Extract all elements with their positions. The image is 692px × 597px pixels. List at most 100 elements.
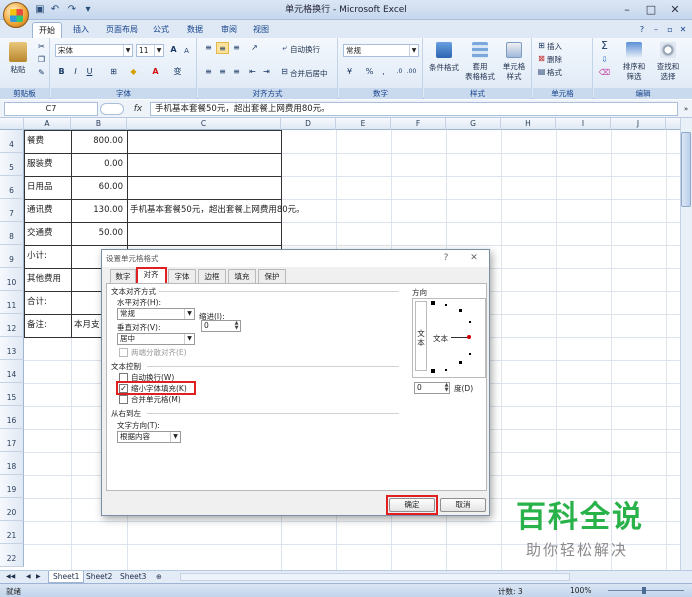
row-header[interactable]: 16 [0,406,24,429]
row-header[interactable]: 15 [0,383,24,406]
sheet-nav-next-icon[interactable]: ▶ [32,571,45,583]
delete-button[interactable]: 删除 [547,54,587,65]
border-icon[interactable]: ⊞ [107,66,120,78]
row-header[interactable]: 6 [0,176,24,199]
find-select-button[interactable]: 查找和 选择 [652,62,684,82]
percent-icon[interactable]: % [363,66,376,78]
ribbon-restore-icon[interactable]: ▫ [664,22,676,38]
cell-b5[interactable]: 0.00 [72,153,123,175]
cell-c7[interactable]: 手机基本套餐50元，超出套餐上网费用80元。 [130,199,305,221]
align-left-icon[interactable]: ≡ [202,66,215,78]
spin-down-icon[interactable]: ▼ [442,388,451,393]
vertical-align-select[interactable]: 居中 ▼ [117,333,195,345]
row-header[interactable]: 4 [0,130,24,153]
formula-input[interactable]: 手机基本套餐50元，超出套餐上网费用80元。 [150,102,678,116]
name-box[interactable]: C7 [4,102,98,116]
tab-data[interactable]: 数据 [180,22,210,38]
increase-indent-icon[interactable]: ⇥ [260,66,273,78]
spin-down-icon[interactable]: ▼ [232,326,241,331]
align-center-icon[interactable]: ≡ [216,66,229,78]
row-header[interactable]: 11 [0,291,24,314]
redo-icon[interactable]: ↷ [66,4,78,16]
align-right-icon[interactable]: ≡ [230,66,243,78]
orientation-handle[interactable] [467,335,471,339]
column-header[interactable]: C [127,118,281,130]
decrease-indent-icon[interactable]: ⇤ [246,66,259,78]
justify-distributed-checkbox[interactable] [119,348,128,357]
horizontal-scrollbar[interactable] [180,573,570,581]
row-header[interactable]: 9 [0,245,24,268]
conditional-format-button[interactable]: 条件格式 [426,62,462,73]
grow-font-icon[interactable]: A [167,44,180,56]
dialog-close-icon[interactable]: ✕ [466,251,482,266]
row-header[interactable]: 7 [0,199,24,222]
italic-button[interactable]: I [69,66,82,78]
tab-page-layout[interactable]: 页面布局 [100,22,144,38]
copy-icon[interactable]: ❐ [35,54,48,66]
zoom-slider-thumb[interactable] [642,587,646,594]
tab-insert[interactable]: 插入 [66,22,96,38]
merge-cells-checkbox[interactable] [119,395,128,404]
comma-icon[interactable]: , [377,66,390,78]
cut-icon[interactable]: ✂ [35,41,48,53]
cell-b6[interactable]: 60.00 [72,176,123,198]
row-header[interactable]: 18 [0,452,24,475]
cancel-button[interactable]: 取消 [440,498,486,512]
cell-a8[interactable]: 交通费 [27,222,53,244]
align-top-icon[interactable]: ≡ [202,42,215,54]
dialog-help-icon[interactable]: ? [438,251,454,266]
qat-more-icon[interactable]: ▾ [82,4,94,16]
wrap-text-button[interactable]: 自动换行 [290,44,334,55]
orientation-icon[interactable]: ↗ [248,42,261,54]
row-header[interactable]: 17 [0,429,24,452]
currency-icon[interactable]: ¥ [343,66,356,78]
shrink-font-icon[interactable]: A [180,45,193,57]
zoom-level[interactable]: 100% [570,586,591,595]
cell-b7[interactable]: 130.00 [72,199,123,221]
office-button[interactable] [3,2,29,28]
column-header[interactable]: E [336,118,391,130]
column-header[interactable]: G [446,118,501,130]
tab-formulas[interactable]: 公式 [146,22,176,38]
select-all-corner[interactable] [0,118,24,130]
text-direction-select[interactable]: 根据内容 ▼ [117,431,181,443]
save-icon[interactable]: ▣ [34,4,46,16]
cell-a4[interactable]: 餐费 [27,130,44,152]
insert-function-icon[interactable]: fx [128,102,148,116]
sort-filter-button[interactable]: 排序和 筛选 [618,62,650,82]
column-header[interactable]: D [281,118,336,130]
decrease-decimal-icon[interactable]: .00 [405,66,418,78]
column-header[interactable]: A [24,118,71,130]
sheet-tab-1[interactable]: Sheet1 [48,571,85,583]
sheet-nav-first-icon[interactable]: ◀◀ [2,571,19,583]
align-bottom-icon[interactable]: ≡ [230,42,243,54]
cell-a9[interactable]: 小计: [27,245,47,267]
column-header[interactable]: B [71,118,127,130]
cell-b12[interactable]: 本月支 [74,314,100,336]
row-header[interactable]: 10 [0,268,24,291]
tab-home[interactable]: 开始 [32,22,62,38]
row-header[interactable]: 19 [0,475,24,498]
dialog-tab-font[interactable]: 字体 [168,269,196,283]
ribbon-minimize-icon[interactable]: – [650,22,662,38]
cell-b4[interactable]: 800.00 [72,130,123,152]
dialog-tab-number[interactable]: 数字 [110,269,136,283]
row-header[interactable]: 12 [0,314,24,337]
row-header[interactable]: 21 [0,521,24,544]
sheet-tab-3[interactable]: Sheet3 [116,571,150,583]
formula-cancel-icon[interactable] [100,103,124,115]
cell-a10[interactable]: 其他费用 [27,268,61,290]
tab-view[interactable]: 视图 [246,22,276,38]
zoom-slider[interactable] [608,590,684,591]
row-header[interactable]: 22 [0,544,24,567]
sheet-tab-2[interactable]: Sheet2 [82,571,116,583]
row-header[interactable]: 20 [0,498,24,521]
row-header[interactable]: 13 [0,337,24,360]
maximize-button[interactable]: □ [640,2,662,18]
cell-styles-button[interactable]: 单元格 样式 [498,62,530,82]
minimize-button[interactable]: – [616,2,638,18]
font-size-combo[interactable]: 11 ▼ [136,44,164,57]
underline-button[interactable]: U [83,66,96,78]
tab-review[interactable]: 审阅 [214,22,244,38]
font-name-combo[interactable]: 宋体 ▼ [55,44,133,57]
